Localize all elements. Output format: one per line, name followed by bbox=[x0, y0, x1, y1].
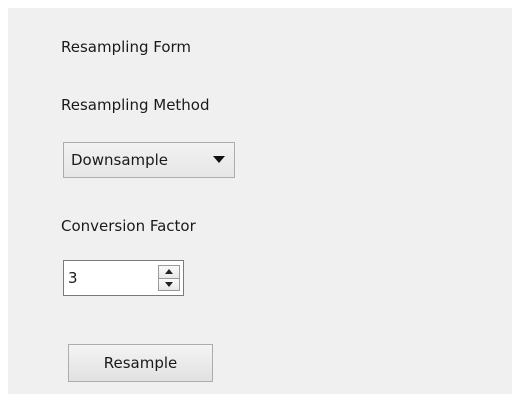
spin-up-button[interactable] bbox=[158, 265, 180, 279]
resampling-method-value: Downsample bbox=[71, 151, 169, 169]
form-title: Resampling Form bbox=[61, 38, 192, 56]
resample-button[interactable]: Resample bbox=[68, 344, 213, 382]
conversion-factor-spinbox bbox=[63, 260, 184, 296]
resampling-method-label: Resampling Method bbox=[61, 96, 210, 114]
arrow-up-icon bbox=[165, 269, 173, 275]
arrow-down-icon bbox=[165, 281, 173, 287]
resampling-method-dropdown[interactable]: Downsample bbox=[63, 142, 235, 178]
spin-down-button[interactable] bbox=[158, 278, 180, 291]
spin-buttons bbox=[158, 261, 183, 295]
chevron-down-icon bbox=[204, 156, 234, 164]
conversion-factor-input[interactable] bbox=[64, 261, 158, 295]
form-panel: Resampling Form Resampling Method Downsa… bbox=[8, 8, 512, 394]
conversion-factor-label: Conversion Factor bbox=[61, 217, 196, 235]
